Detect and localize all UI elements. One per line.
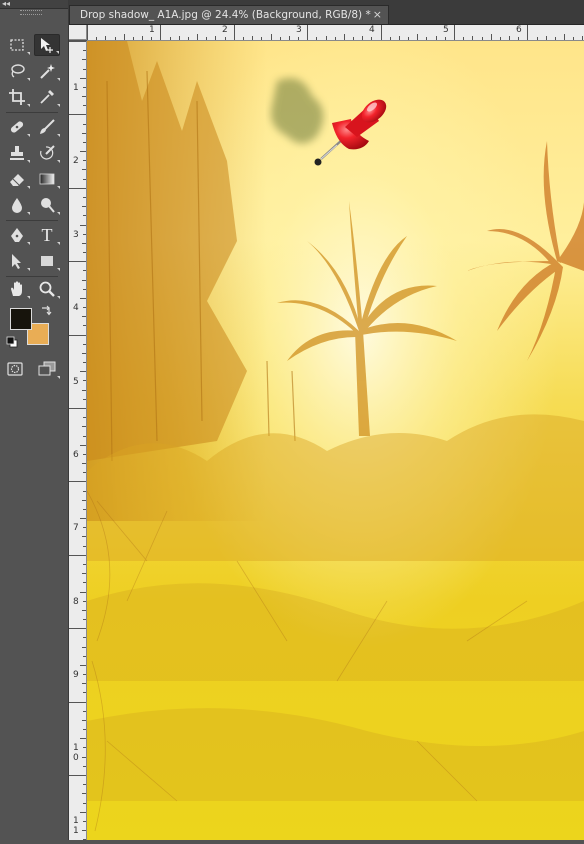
ruler-label: 1 1 [73, 816, 79, 836]
clone-stamp-tool[interactable] [4, 142, 30, 164]
marquee-icon [10, 39, 24, 51]
zoom-icon [39, 281, 55, 297]
ruler-label: 1 [73, 83, 79, 93]
eraser-icon [10, 174, 24, 186]
eyedropper-icon [40, 90, 54, 104]
ruler-label: 6 [516, 25, 522, 35]
lasso-icon [11, 64, 25, 78]
quick-mask-icon [7, 362, 23, 376]
healing-brush-tool[interactable] [4, 116, 30, 138]
pen-icon [11, 228, 23, 242]
foreground-color-swatch[interactable] [10, 308, 32, 330]
gradient-icon [39, 173, 55, 185]
hand-icon [11, 281, 22, 296]
ruler-label: 3 [73, 230, 79, 240]
ruler-label: 3 [296, 25, 302, 35]
ruler-label: 1 [149, 25, 155, 35]
blur-tool[interactable] [4, 194, 30, 216]
hand-tool[interactable] [4, 278, 30, 300]
ruler-label: 4 [369, 25, 375, 35]
bandage-icon [10, 121, 24, 133]
magic-wand-tool[interactable] [34, 60, 60, 82]
screen-mode-icon [38, 361, 56, 376]
magic-wand-icon [40, 64, 55, 79]
ruler-label: 7 [73, 523, 79, 533]
gradient-tool[interactable] [34, 168, 60, 190]
ruler-label: 8 [73, 597, 79, 607]
ruler-origin[interactable] [69, 25, 87, 40]
collapse-glyph: ◂◂ [2, 0, 11, 8]
path-selection-icon [12, 254, 21, 269]
document-tab-bar: Drop shadow_ A1A.jpg @ 24.4% (Background… [69, 0, 584, 25]
vertical-ruler[interactable]: 1 2 3 4 5 6 7 8 9 1 0 1 1 [69, 41, 87, 840]
horizontal-ruler-ticks [87, 25, 583, 40]
horizontal-ruler[interactable]: 1 2 3 4 5 6 [87, 25, 584, 41]
crop-tool[interactable] [4, 86, 30, 108]
swap-colors-icon[interactable] [40, 304, 52, 316]
rectangle-icon [41, 256, 53, 266]
panel-grip[interactable] [20, 10, 42, 15]
ruler-label: 5 [443, 25, 449, 35]
pen-tool[interactable] [4, 224, 30, 246]
ruler-label: 1 0 [73, 743, 79, 763]
ruler-label: 6 [73, 450, 79, 460]
lasso-tool[interactable] [4, 60, 30, 82]
history-brush-icon [40, 145, 55, 160]
eyedropper-tool[interactable] [34, 86, 60, 108]
brush-icon [40, 119, 55, 134]
eraser-tool[interactable] [4, 168, 30, 190]
type-icon: T [41, 225, 53, 245]
ruler-label: 4 [73, 303, 79, 313]
tools-panel-collapse-button[interactable]: ◂◂ [0, 0, 68, 9]
ruler-label: 2 [222, 25, 228, 35]
rectangle-shape-tool[interactable] [34, 250, 60, 272]
crop-icon [9, 89, 25, 105]
quick-mask-button[interactable] [2, 358, 28, 380]
history-brush-tool[interactable] [34, 142, 60, 164]
move-tool[interactable] [34, 34, 60, 56]
document-tab[interactable]: Drop shadow_ A1A.jpg @ 24.4% (Background… [69, 5, 389, 24]
stamp-icon [10, 146, 24, 160]
path-selection-tool[interactable] [4, 250, 30, 272]
document-tab-title: Drop shadow_ A1A.jpg @ 24.4% (Background… [80, 9, 371, 21]
close-tab-icon[interactable]: × [373, 6, 382, 24]
ruler-label: 5 [73, 377, 79, 387]
blur-drop-icon [12, 198, 22, 213]
document-canvas[interactable] [87, 41, 584, 840]
move-icon [41, 38, 53, 53]
dodge-icon [41, 198, 55, 213]
screen-mode-button[interactable] [34, 358, 60, 380]
dodge-tool[interactable] [34, 194, 60, 216]
brush-tool[interactable] [34, 116, 60, 138]
type-tool[interactable]: T [34, 224, 60, 246]
rectangular-marquee-tool[interactable] [4, 34, 30, 56]
canvas-image [87, 41, 584, 840]
default-colors-icon[interactable] [6, 336, 18, 348]
tools-panel: ◂◂ T [0, 0, 69, 840]
ruler-label: 9 [73, 670, 79, 680]
ruler-label: 2 [73, 156, 79, 166]
zoom-tool[interactable] [34, 278, 60, 300]
